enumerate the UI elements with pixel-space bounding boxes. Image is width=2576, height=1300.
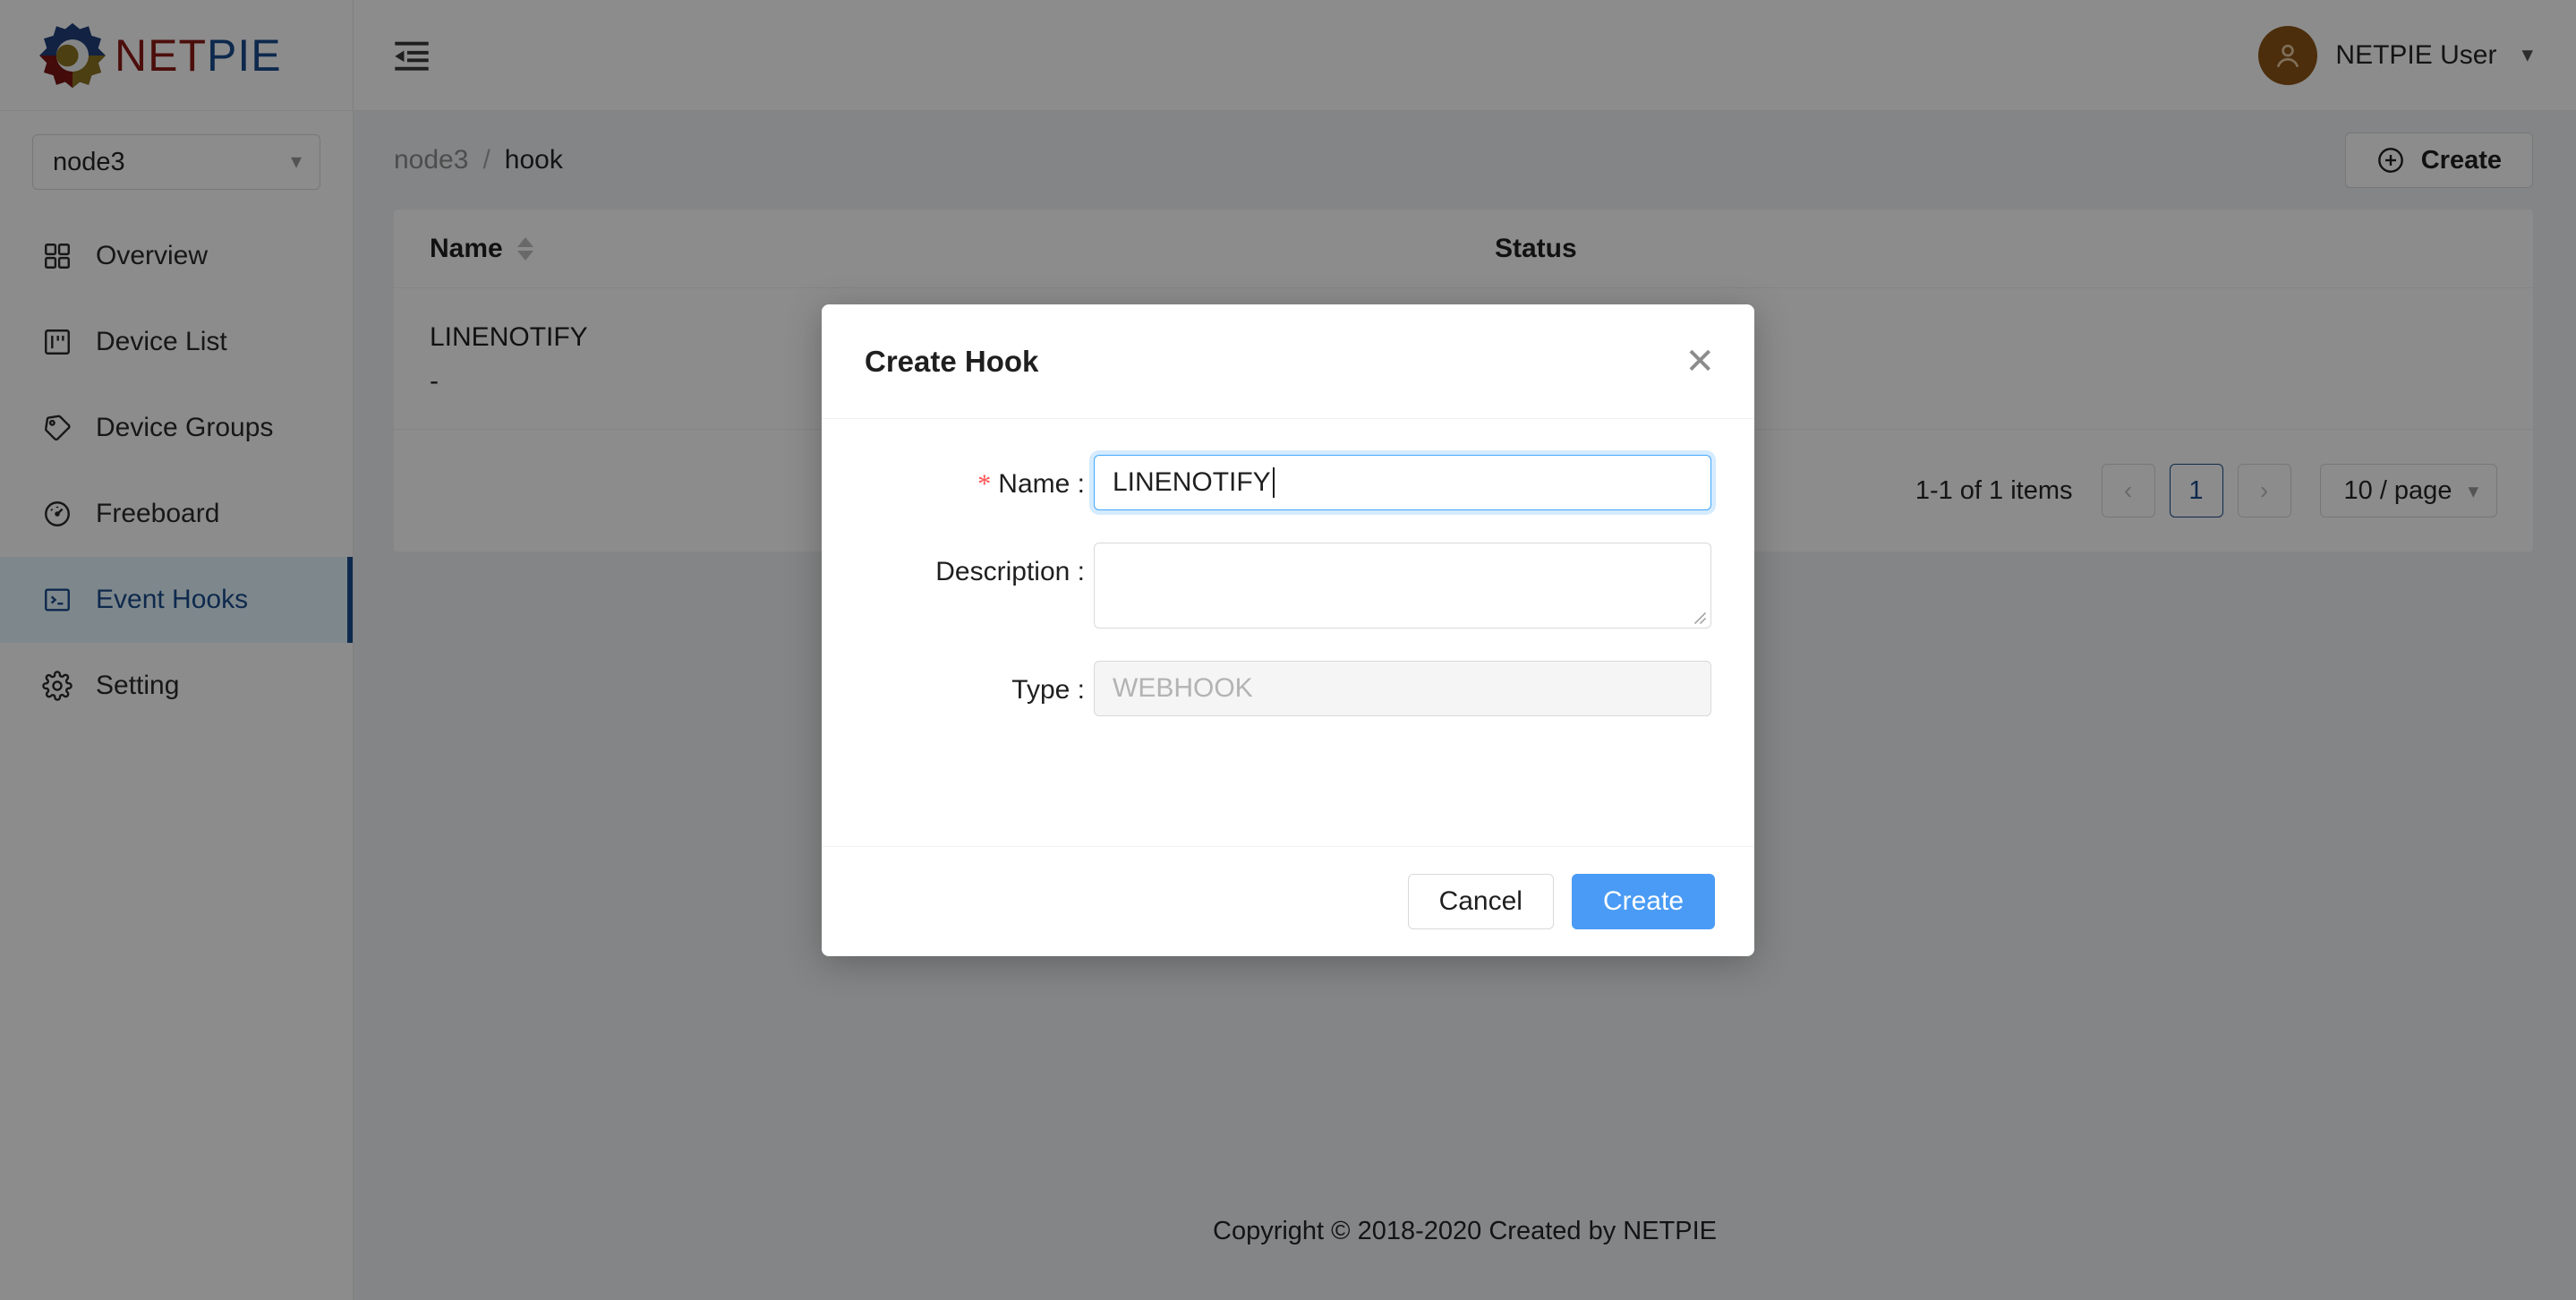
- resize-grip-icon[interactable]: [1691, 609, 1707, 625]
- field-row-name: * Name : LINENOTIFY: [865, 455, 1711, 510]
- modal-header: Create Hook ✕: [822, 304, 1754, 419]
- type-input-value: WEBHOOK: [1113, 673, 1253, 703]
- modal-body: * Name : LINENOTIFY Description : Type:…: [822, 419, 1754, 846]
- cancel-button[interactable]: Cancel: [1407, 874, 1554, 929]
- name-input[interactable]: LINENOTIFY: [1094, 455, 1711, 510]
- create-hook-modal: Create Hook ✕ * Name : LINENOTIFY Descrip…: [822, 304, 1754, 956]
- name-label-text: Name :: [998, 469, 1085, 499]
- description-field-label: Description :: [935, 557, 1085, 586]
- modal-footer: Cancel Create: [822, 846, 1754, 956]
- description-textarea[interactable]: [1094, 543, 1711, 629]
- close-x-icon[interactable]: ✕: [1685, 344, 1715, 380]
- submit-create-button[interactable]: Create: [1571, 874, 1715, 929]
- type-input: WEBHOOK: [1094, 661, 1711, 716]
- field-row-type: Type : WEBHOOK: [865, 661, 1711, 716]
- text-caret: [1272, 467, 1275, 498]
- type-field-label: Type :: [1011, 675, 1085, 705]
- required-marker: *: [977, 469, 992, 499]
- name-input-value: LINENOTIFY: [1113, 467, 1271, 497]
- modal-title: Create Hook: [865, 344, 1039, 378]
- field-row-description: Description :: [865, 543, 1711, 629]
- name-field-label: * Name :: [865, 455, 1094, 500]
